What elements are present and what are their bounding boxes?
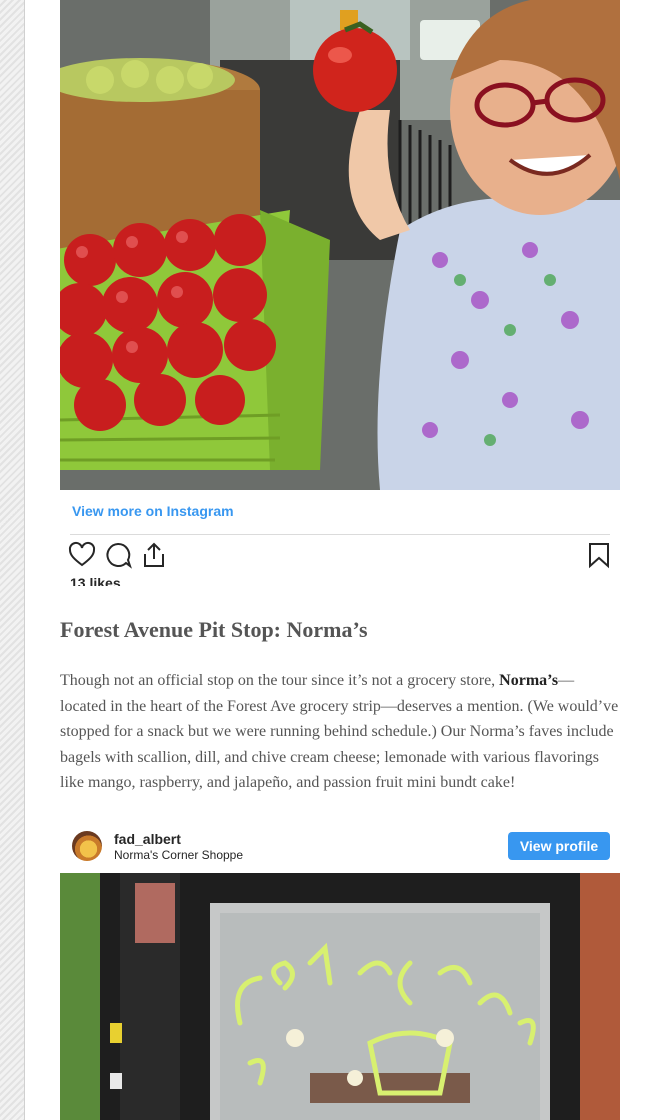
share-icon[interactable] bbox=[140, 541, 168, 569]
paragraph-text-end: —located in the heart of the Forest Ave … bbox=[60, 672, 619, 791]
avatar[interactable] bbox=[72, 831, 102, 861]
instagram-post-image[interactable] bbox=[60, 0, 620, 490]
instagram-post-image-2[interactable] bbox=[60, 873, 620, 1120]
paragraph-text-start: Though not an official stop on the tour … bbox=[60, 672, 500, 689]
heart-icon[interactable] bbox=[68, 541, 96, 569]
bookmark-icon[interactable] bbox=[585, 541, 613, 569]
location-label[interactable]: Norma's Corner Shoppe bbox=[114, 848, 243, 862]
article-paragraph: Though not an official stop on the tour … bbox=[60, 668, 620, 796]
view-more-on-instagram-link[interactable]: View more on Instagram bbox=[72, 503, 234, 519]
embed-divider bbox=[70, 534, 610, 535]
view-profile-button[interactable]: View profile bbox=[508, 832, 610, 860]
instagram-embed-header: fad_albert Norma's Corner Shoppe View pr… bbox=[60, 826, 620, 872]
left-rail-background bbox=[0, 0, 25, 1120]
likes-count: 13 likes bbox=[70, 576, 121, 586]
tomato-photo bbox=[60, 0, 620, 490]
coffee-shop-photo bbox=[60, 873, 620, 1120]
normas-bold-text: Norma’s bbox=[499, 672, 559, 689]
comment-icon[interactable] bbox=[104, 541, 132, 569]
username[interactable]: fad_albert bbox=[114, 831, 181, 847]
section-heading: Forest Avenue Pit Stop: Norma’s bbox=[60, 617, 368, 642]
